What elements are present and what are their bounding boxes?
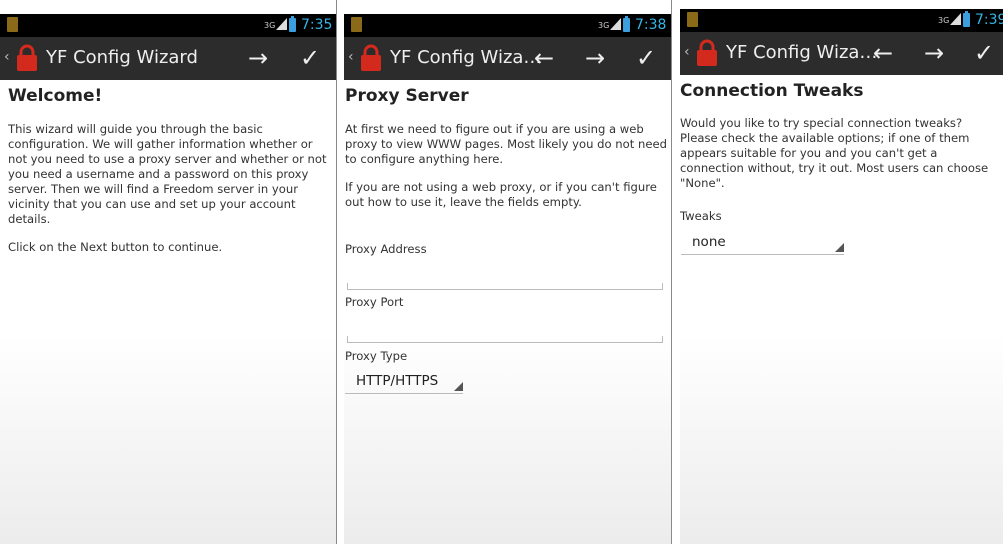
page-content: Proxy Server At first we need to figure …: [344, 80, 671, 544]
status-bar: 3G 7:35: [0, 14, 336, 37]
signal-icon: 3G: [264, 18, 288, 30]
checkmark-icon[interactable]: ✓: [974, 36, 994, 70]
proxy-port-label: Proxy Port: [345, 295, 404, 309]
status-clock: 7:39: [975, 12, 1003, 28]
screenshot-root: { "app": {"title": "YF Config Wizard", "…: [0, 0, 1003, 544]
tweaks-value: none: [692, 234, 726, 250]
battery-icon: [289, 16, 296, 32]
status-clock: 7:38: [635, 17, 667, 33]
status-bar: 3G 7:39: [680, 9, 1003, 32]
lock-icon[interactable]: [358, 44, 384, 72]
app-title[interactable]: YF Config Wiza…: [390, 47, 541, 68]
battery-icon: [963, 11, 970, 27]
dropdown-arrow-icon: [454, 382, 463, 391]
wizard-screen-tweaks: 3G 7:39 ‹ YF Config Wiza… ← → ✓ Connecti…: [680, 0, 1003, 544]
proxy-hint-text: If you are not using a web proxy, or if …: [345, 180, 657, 209]
wizard-screen-welcome: 3G 7:35 ‹ YF Config Wizard → ✓ Welcome! …: [0, 0, 337, 544]
signal-icon: 3G: [938, 13, 962, 25]
checkmark-icon[interactable]: ✓: [636, 41, 656, 75]
status-bar: 3G 7:38: [344, 14, 671, 37]
proxy-type-dropdown[interactable]: HTTP/HTTPS: [345, 370, 463, 394]
app-title[interactable]: YF Config Wizard: [46, 47, 198, 68]
proxy-type-label: Proxy Type: [345, 349, 408, 363]
proxy-address-label: Proxy Address: [345, 242, 427, 256]
dropdown-arrow-icon: [835, 243, 844, 252]
arrow-left-icon[interactable]: ←: [534, 41, 554, 75]
page-content: Connection Tweaks Would you like to try …: [680, 75, 1003, 544]
action-bar: ‹ YF Config Wizard → ✓: [0, 37, 336, 80]
chevron-left-icon[interactable]: ‹: [4, 49, 10, 65]
tweaks-dropdown[interactable]: none: [681, 231, 844, 255]
proxy-port-field[interactable]: [347, 336, 663, 343]
instruction-text: Click on the Next button to continue.: [8, 240, 223, 254]
action-bar: ‹ YF Config Wiza… ← → ✓: [344, 37, 671, 80]
arrow-right-icon[interactable]: →: [248, 41, 268, 75]
tweaks-intro-text: Would you like to try special connection…: [680, 116, 989, 190]
page-content: Welcome! This wizard will guide you thro…: [0, 80, 336, 544]
signal-icon: 3G: [598, 18, 622, 30]
proxy-address-field[interactable]: [347, 283, 663, 290]
app-title[interactable]: YF Config Wiza…: [726, 42, 877, 63]
wizard-screen-proxy: 3G 7:38 ‹ YF Config Wiza… ← → ✓ Proxy Se…: [344, 0, 672, 544]
notification-icon: [7, 17, 18, 32]
chevron-left-icon[interactable]: ‹: [684, 44, 690, 60]
action-bar: ‹ YF Config Wiza… ← → ✓: [680, 32, 1003, 75]
page-title: Connection Tweaks: [680, 81, 864, 101]
notification-icon: [687, 12, 698, 27]
proxy-intro-text: At first we need to figure out if you ar…: [345, 122, 667, 166]
battery-icon: [623, 16, 630, 32]
network-type: 3G: [938, 16, 950, 25]
network-type: 3G: [264, 21, 276, 30]
page-title: Proxy Server: [345, 86, 469, 106]
chevron-left-icon[interactable]: ‹: [348, 49, 354, 65]
lock-icon[interactable]: [14, 44, 40, 72]
arrow-right-icon[interactable]: →: [585, 41, 605, 75]
checkmark-icon[interactable]: ✓: [300, 41, 320, 75]
arrow-right-icon[interactable]: →: [924, 36, 944, 70]
notification-icon: [351, 17, 362, 32]
network-type: 3G: [598, 21, 610, 30]
proxy-type-value: HTTP/HTTPS: [356, 373, 439, 389]
tweaks-label: Tweaks: [680, 209, 722, 223]
lock-icon[interactable]: [694, 39, 720, 67]
page-title: Welcome!: [8, 86, 103, 106]
status-clock: 7:35: [301, 17, 333, 33]
intro-text: This wizard will guide you through the b…: [8, 122, 327, 226]
arrow-left-icon[interactable]: ←: [873, 36, 893, 70]
